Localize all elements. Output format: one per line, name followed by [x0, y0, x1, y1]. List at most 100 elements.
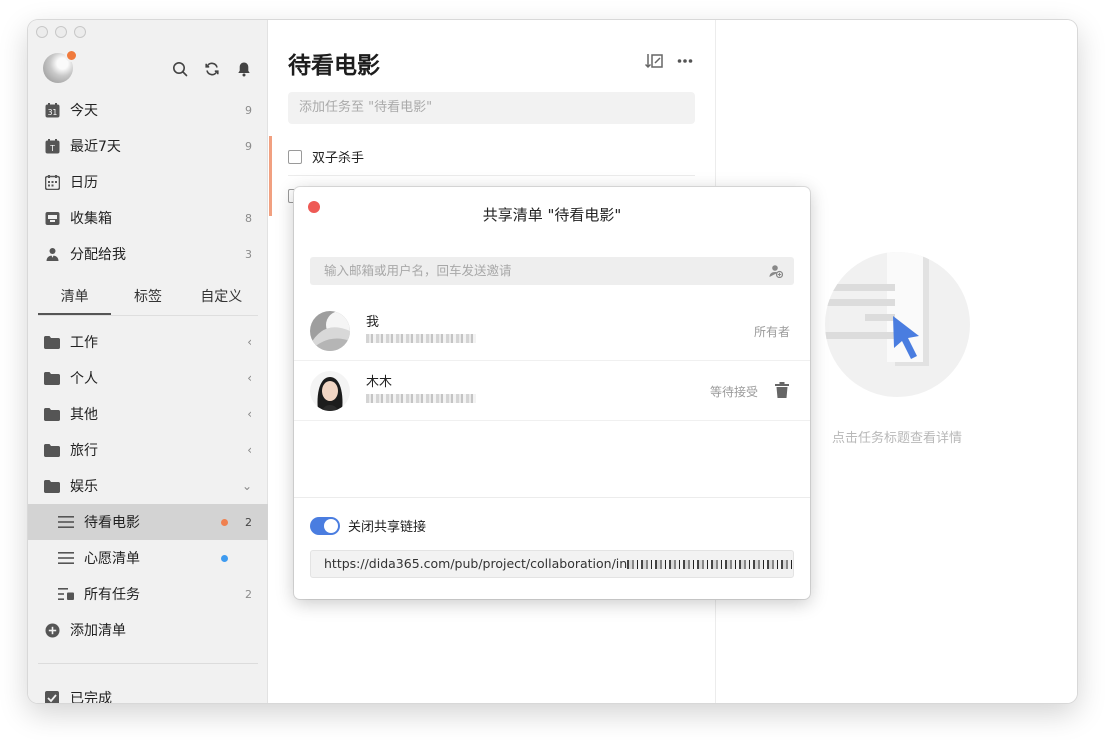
folder-other-label: 其他: [70, 407, 98, 423]
list-icon: [58, 550, 74, 566]
folder-icon: [44, 334, 60, 350]
calendar-icon: [44, 174, 60, 190]
close-window-button[interactable]: [36, 26, 48, 38]
minimize-window-button[interactable]: [55, 26, 67, 38]
share-link-field[interactable]: https://dida365.com/pub/project/collabor…: [310, 550, 794, 578]
add-task-input[interactable]: 添加任务至 "待看电影": [288, 92, 695, 124]
chevron-left-icon[interactable]: ‹: [247, 443, 252, 457]
add-list-button[interactable]: 添加清单: [28, 612, 268, 648]
premium-badge-icon: [65, 49, 78, 62]
chevron-left-icon[interactable]: ‹: [247, 371, 252, 385]
folder-personal[interactable]: 个人 ‹: [28, 360, 268, 396]
folder-entertainment[interactable]: 娱乐 ⌄: [28, 468, 268, 504]
list-wishlist[interactable]: 心愿清单: [28, 540, 268, 576]
member-role: 等待接受: [709, 385, 758, 399]
folder-icon: [44, 442, 60, 458]
folder-icon: [44, 406, 60, 422]
nav-inbox-count: 8: [245, 211, 252, 225]
nav-today-count: 9: [245, 103, 252, 117]
task-row[interactable]: 双子杀手: [288, 138, 695, 176]
share-link-toggle[interactable]: [310, 516, 340, 535]
completed-label: 已完成: [70, 691, 112, 703]
folder-work[interactable]: 工作 ‹: [28, 324, 268, 360]
member-row: 木木 等待接受: [294, 361, 810, 421]
invite-input[interactable]: 输入邮箱或用户名，回车发送邀请: [310, 257, 794, 285]
folder-icon: [44, 370, 60, 386]
add-person-icon[interactable]: [768, 263, 784, 279]
member-name: 木木: [366, 375, 393, 390]
task-title: 双子杀手: [312, 151, 365, 166]
list-watch-movies-label: 待看电影: [84, 515, 140, 531]
folder-entertainment-label: 娱乐: [70, 479, 98, 495]
member-name: 我: [366, 315, 380, 330]
list-watch-movies[interactable]: 待看电影 2: [28, 504, 268, 540]
list-wishlist-label: 心愿清单: [84, 551, 140, 567]
sidebar-divider: [38, 663, 258, 664]
more-icon[interactable]: [677, 53, 693, 73]
nav-inbox[interactable]: 收集箱 8: [28, 200, 268, 236]
avatar[interactable]: [43, 49, 78, 83]
empty-illustration: [825, 252, 970, 397]
list-toolbar: [644, 53, 693, 73]
invite-placeholder: 输入邮箱或用户名，回车发送邀请: [324, 263, 512, 278]
folder-icon: [44, 478, 60, 494]
member-row: 我 所有者: [294, 301, 810, 361]
member-email-redacted: [366, 334, 476, 343]
nav-next-7-days[interactable]: T 最近7天 9: [28, 128, 268, 164]
tab-tags[interactable]: 标签: [111, 282, 184, 315]
nav-assigned-label: 分配给我: [70, 247, 126, 263]
bell-icon[interactable]: [235, 60, 253, 78]
list-icon: [58, 514, 74, 530]
folder-other[interactable]: 其他 ‹: [28, 396, 268, 432]
list-color-dot: [221, 554, 228, 562]
nav-today[interactable]: 31 今天 9: [28, 92, 268, 128]
folder-lists: 工作 ‹ 个人 ‹ 其他 ‹ 旅行 ‹ 娱乐 ⌄ 待看电影 2 心愿清单 所有任…: [28, 324, 268, 648]
chevron-left-icon[interactable]: ‹: [247, 335, 252, 349]
chevron-left-icon[interactable]: ‹: [247, 407, 252, 421]
nav-assigned-to-me[interactable]: 分配给我 3: [28, 236, 268, 272]
sidebar: 31 今天 9 T 最近7天 9 日历 收集箱 8 分配给我 3 清单 标签 自…: [28, 20, 268, 703]
nav-next-7-days-label: 最近7天: [70, 139, 121, 155]
member-email-redacted: [366, 394, 476, 403]
task-checkbox[interactable]: [288, 149, 302, 164]
page-title: 待看电影: [288, 53, 380, 79]
avatar: [310, 371, 350, 411]
svg-text:T: T: [49, 144, 55, 153]
tab-custom[interactable]: 自定义: [185, 282, 258, 315]
member-role: 所有者: [753, 325, 790, 339]
folder-personal-label: 个人: [70, 371, 98, 387]
nav-calendar[interactable]: 日历: [28, 164, 268, 200]
sidebar-tabs: 清单 标签 自定义: [38, 282, 258, 316]
add-list-label: 添加清单: [70, 623, 126, 639]
folder-travel[interactable]: 旅行 ‹: [28, 432, 268, 468]
svg-text:31: 31: [47, 108, 57, 117]
share-link-toggle-row: 关闭共享链接: [310, 516, 426, 535]
completed-item[interactable]: 已完成: [44, 688, 112, 703]
trash-icon[interactable]: [774, 381, 790, 399]
list-all-tasks-count: 2: [245, 587, 252, 601]
dialog-title: 共享清单 "待看电影": [482, 206, 622, 224]
list-color-dot: [221, 518, 228, 526]
list-watch-movies-count: 2: [245, 515, 252, 529]
inbox-icon: [44, 210, 60, 226]
nav-today-label: 今天: [70, 103, 98, 119]
zoom-window-button[interactable]: [74, 26, 86, 38]
nav-inbox-label: 收集箱: [70, 211, 112, 227]
sync-icon[interactable]: [203, 60, 221, 78]
smart-lists: 31 今天 9 T 最近7天 9 日历 收集箱 8 分配给我 3: [28, 92, 268, 272]
chevron-down-icon[interactable]: ⌄: [242, 479, 252, 493]
window-controls: [36, 26, 86, 38]
toggle-label: 关闭共享链接: [348, 520, 427, 535]
avatar: [310, 311, 350, 351]
folder-work-label: 工作: [70, 335, 98, 351]
share-dialog: 共享清单 "待看电影" 输入邮箱或用户名，回车发送邀请 我 所有者 木木 等待接…: [294, 187, 810, 599]
sort-icon[interactable]: [644, 53, 663, 73]
tab-lists[interactable]: 清单: [38, 282, 112, 315]
share-link-redacted: [627, 560, 793, 569]
search-icon[interactable]: [171, 60, 189, 78]
filter-list-icon: [58, 586, 74, 602]
calendar-week-icon: T: [44, 138, 60, 154]
list-all-tasks-label: 所有任务: [84, 587, 140, 603]
list-all-tasks[interactable]: 所有任务 2: [28, 576, 268, 612]
share-link-text: https://dida365.com/pub/project/collabor…: [324, 556, 628, 571]
